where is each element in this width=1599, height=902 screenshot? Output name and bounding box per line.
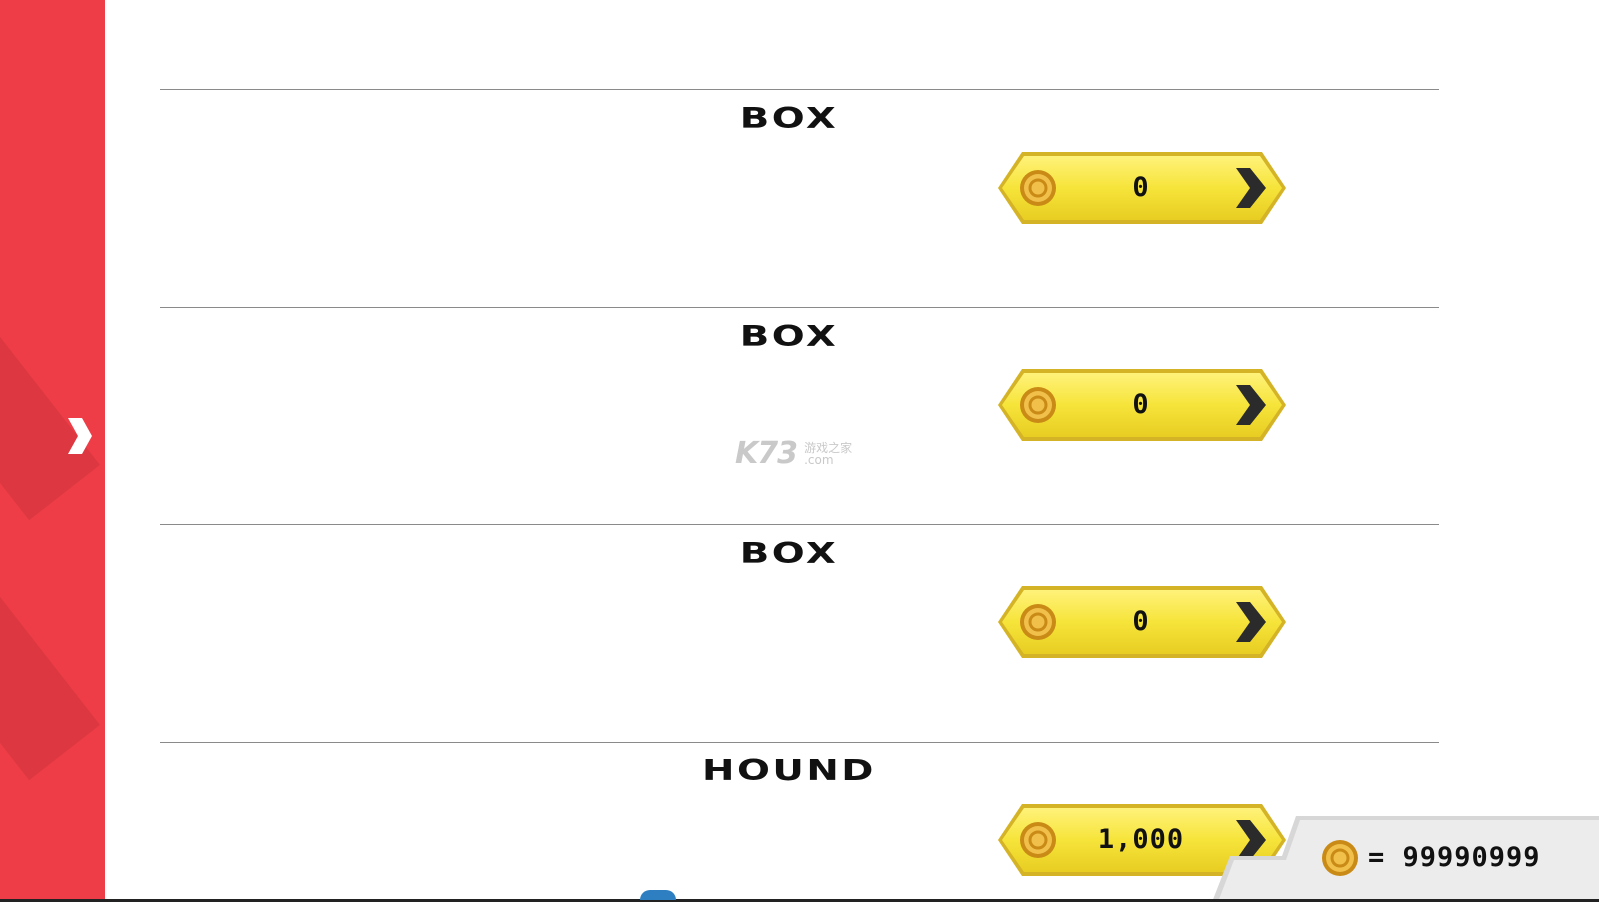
chevron-right-icon — [68, 418, 92, 454]
coin-icon — [1020, 822, 1056, 858]
row-divider — [160, 89, 1439, 90]
coin-icon — [1020, 604, 1056, 640]
item-name: BOX — [739, 537, 839, 571]
sidebar — [0, 0, 105, 902]
price-label: 0 — [1132, 172, 1150, 203]
coin-icon — [1020, 387, 1056, 423]
watermark: K73 游戏之家 .com — [735, 436, 852, 471]
item-name: HOUND — [702, 754, 876, 788]
balance-amount: = 99990999 — [1368, 842, 1541, 873]
sidebar-expand-button[interactable] — [60, 412, 96, 460]
row-divider — [160, 307, 1439, 308]
row-divider — [160, 524, 1439, 525]
buy-button[interactable]: 0 — [996, 150, 1288, 226]
bottom-tab-indicator[interactable] — [640, 890, 676, 900]
buy-button[interactable]: 0 — [996, 584, 1288, 660]
chevron-right-icon — [1236, 602, 1266, 642]
chevron-right-icon — [1236, 168, 1266, 208]
sidebar-decor-stripe — [0, 260, 101, 521]
chevron-right-icon — [1236, 385, 1266, 425]
sidebar-decor-stripe — [0, 520, 101, 781]
price-label: 1,000 — [1097, 824, 1185, 855]
buy-button[interactable]: 0 — [996, 367, 1288, 443]
item-name: BOX — [739, 320, 839, 354]
watermark-line2: .com — [804, 452, 834, 467]
coin-icon — [1322, 840, 1358, 876]
item-name: BOX — [739, 102, 839, 136]
watermark-logo: K73 — [735, 436, 798, 471]
price-label: 0 — [1132, 389, 1150, 420]
coin-icon — [1020, 170, 1056, 206]
coin-balance: = 99990999 — [1212, 816, 1599, 902]
price-label: 0 — [1132, 606, 1150, 637]
row-divider — [160, 742, 1439, 743]
